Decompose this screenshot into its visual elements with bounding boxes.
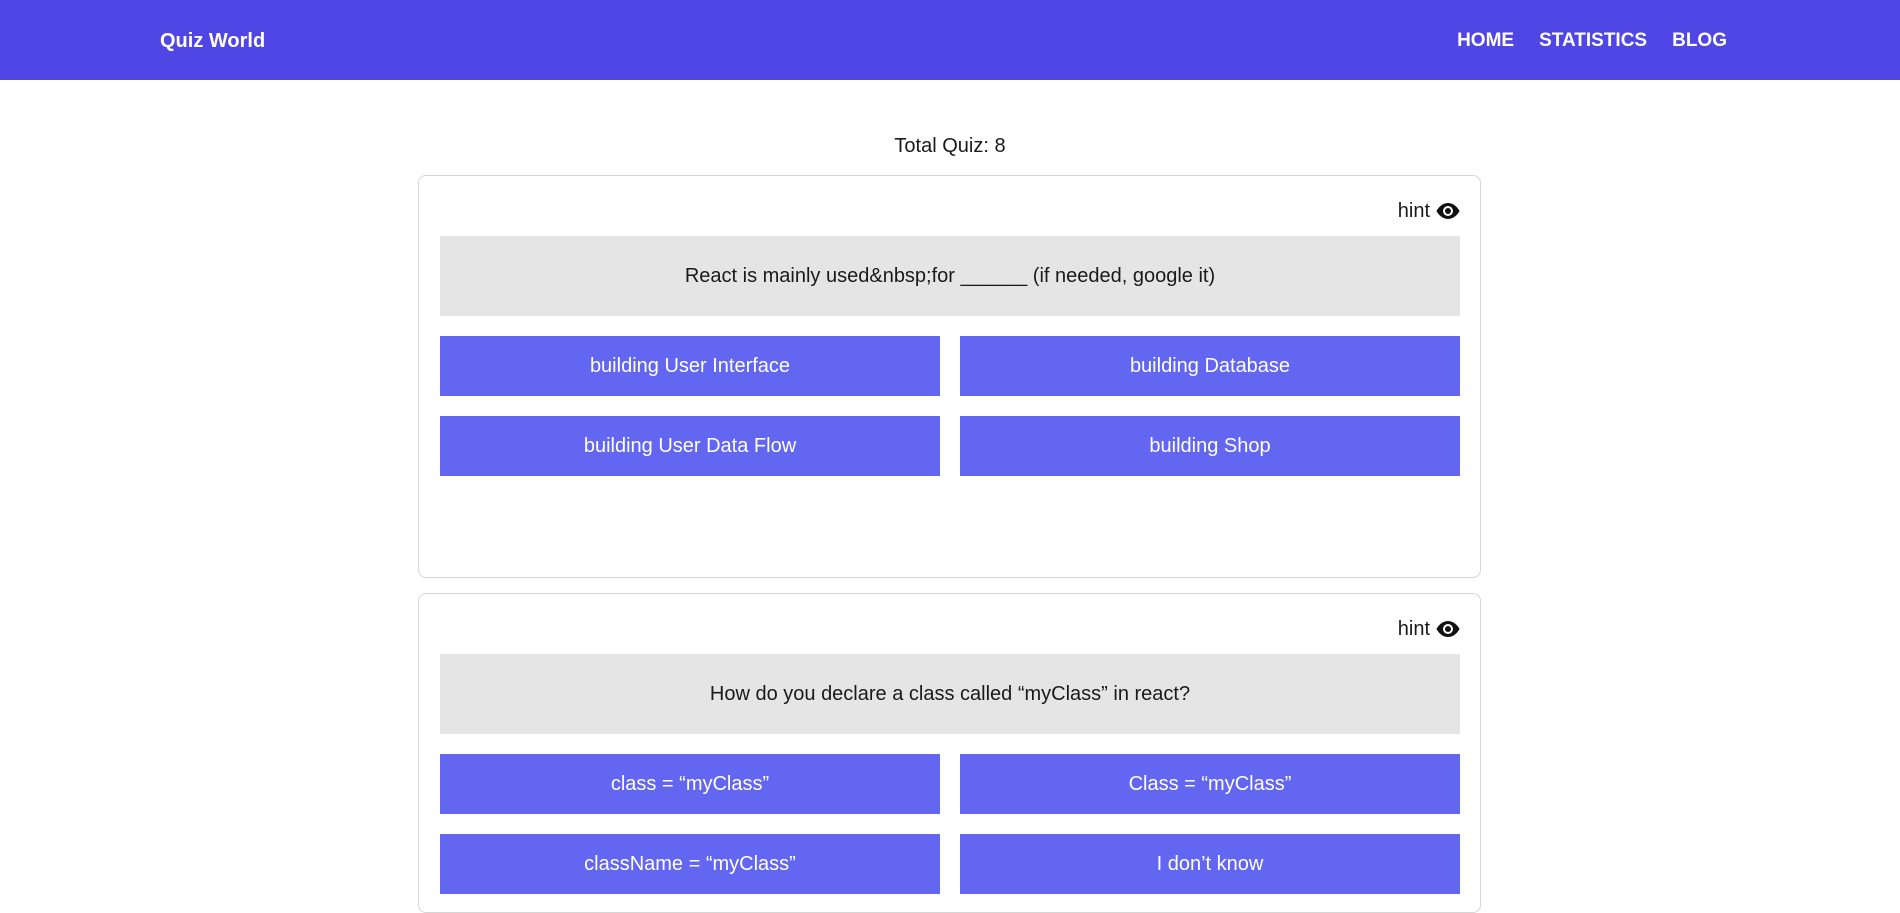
answer-option-button[interactable]: class = “myClass” xyxy=(440,754,940,814)
eye-icon[interactable] xyxy=(1436,620,1460,638)
nav-blog-link[interactable]: BLOG xyxy=(1672,29,1727,53)
nav-statistics-link[interactable]: STATISTICS xyxy=(1539,29,1647,53)
answer-option-button[interactable]: building Database xyxy=(960,336,1460,396)
hint-toggle[interactable]: hint xyxy=(1398,199,1460,223)
answer-option-button[interactable]: building Shop xyxy=(960,416,1460,476)
main-nav: HOME STATISTICS BLOG xyxy=(1457,29,1727,53)
answer-option-button[interactable]: className = “myClass” xyxy=(440,834,940,894)
brand-logo-text[interactable]: Quiz World xyxy=(160,28,265,54)
question-text: How do you declare a class called “myCla… xyxy=(440,654,1460,734)
answer-option-button[interactable]: Class = “myClass” xyxy=(960,754,1460,814)
question-text: React is mainly used&nbsp;for ______ (if… xyxy=(440,236,1460,316)
top-navbar: Quiz World HOME STATISTICS BLOG xyxy=(0,0,1900,80)
nav-home-link[interactable]: HOME xyxy=(1457,29,1514,53)
hint-toggle[interactable]: hint xyxy=(1398,617,1460,641)
answer-option-button[interactable]: building User Data Flow xyxy=(440,416,940,476)
eye-icon[interactable] xyxy=(1436,202,1460,220)
hint-label: hint xyxy=(1397,200,1430,222)
quiz-card: hint How do you declare a class called “… xyxy=(418,593,1481,913)
total-quiz-count: Total Quiz: 8 xyxy=(894,135,1006,157)
answer-option-button[interactable]: building User Interface xyxy=(440,336,940,396)
quiz-card: hint React is mainly used&nbsp;for _____… xyxy=(418,175,1481,578)
hint-label: hint xyxy=(1397,618,1430,640)
answer-option-button[interactable]: I don’t know xyxy=(960,834,1460,894)
